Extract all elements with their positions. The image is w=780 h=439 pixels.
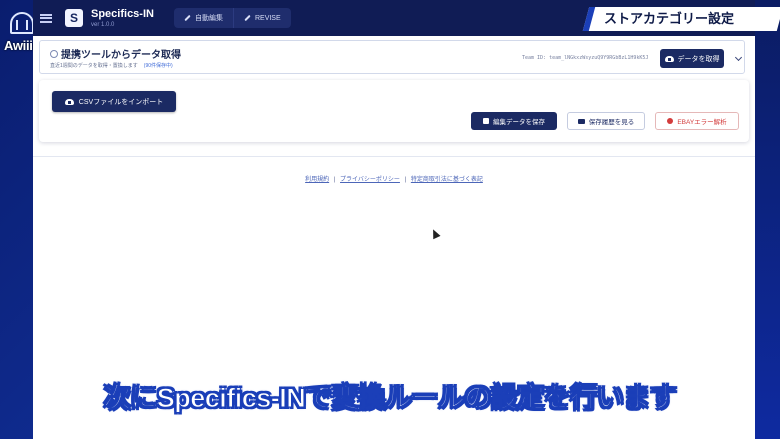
actions-panel: CSVファイルをインポート 編集データを保存 保存履歴を見る EBAYエラー解析 [39,80,749,142]
footer-links: 利用規約 | プライバシーポリシー | 特定商取引法に基づく表記 [33,174,755,183]
commerce-law-link[interactable]: 特定商取引法に基づく表記 [411,177,483,183]
fetch-title-text: 提携ツールからデータ取得 [61,50,181,61]
privacy-link[interactable]: プライバシーポリシー [340,177,400,183]
tab-label: REVISE [254,14,281,22]
video-subtitle: 次にSpecifics-INで変換ルールの設定を行います [103,383,677,414]
team-id: Team ID: team_lNGkxzWsyzuQ9Y9RGbBzL1H9kK… [522,55,649,61]
tab-revise[interactable]: REVISE [232,8,291,28]
app-version: ver 1.0.0 [91,21,115,28]
save-edits-button[interactable]: 編集データを保存 [471,112,557,130]
pencil-icon [244,14,251,22]
ebay-error-analysis-button[interactable]: EBAYエラー解析 [655,112,739,130]
history-label: 保存履歴を見る [588,119,635,126]
fetch-subtitle-text: 直近1週間のデータを取得・置換します [50,63,138,69]
import-csv-button[interactable]: CSVファイルをインポート [52,91,176,112]
fetch-data-panel: 提携ツールからデータ取得 直近1週間のデータを取得・置換します (90件保存中) … [39,40,745,74]
divider [33,156,755,157]
alert-icon [667,118,674,124]
cloud-upload-icon [64,98,74,105]
frame-edge [755,0,780,439]
tab-label: 自動編集 [194,15,223,22]
import-csv-label: CSVファイルをインポート [78,98,164,106]
app-screen: S Specifics-IN ver 1.0.0 自動編集 REVISE 提携ツ… [33,0,755,439]
mouse-cursor-icon [429,227,441,240]
app-logo: S [65,9,83,27]
fetch-button-label: データを取得 [677,55,720,63]
chevron-down-icon[interactable] [734,53,743,62]
section-title-banner: ストアカテゴリー設定 [582,7,780,31]
fetch-panel-title: 提携ツールからデータ取得 [48,46,181,61]
folder-icon [577,118,585,124]
save-label: 編集データを保存 [493,119,545,126]
app-title: Specifics-IN [91,7,154,20]
separator: | [404,177,407,183]
pencil-icon [184,14,191,22]
section-title: ストアカテゴリー設定 [604,11,735,26]
tab-auto-edit[interactable]: 自動編集 [174,8,233,28]
ebay-error-label: EBAYエラー解析 [677,119,727,126]
app-title-group: Specifics-IN ver 1.0.0 [91,8,154,29]
fetch-data-button[interactable]: データを取得 [660,49,724,68]
link-icon [48,47,60,60]
saved-count: (90件保存中) [143,63,173,69]
fetch-panel-subtitle: 直近1週間のデータを取得・置換します (90件保存中) [50,62,173,69]
terms-link[interactable]: 利用規約 [305,177,329,183]
cloud-download-icon [664,55,674,62]
hamburger-menu-icon[interactable] [40,13,52,23]
separator: | [333,177,336,183]
view-history-button[interactable]: 保存履歴を見る [567,112,645,130]
nav-tabs: 自動編集 REVISE [173,8,291,28]
save-icon [483,118,489,124]
